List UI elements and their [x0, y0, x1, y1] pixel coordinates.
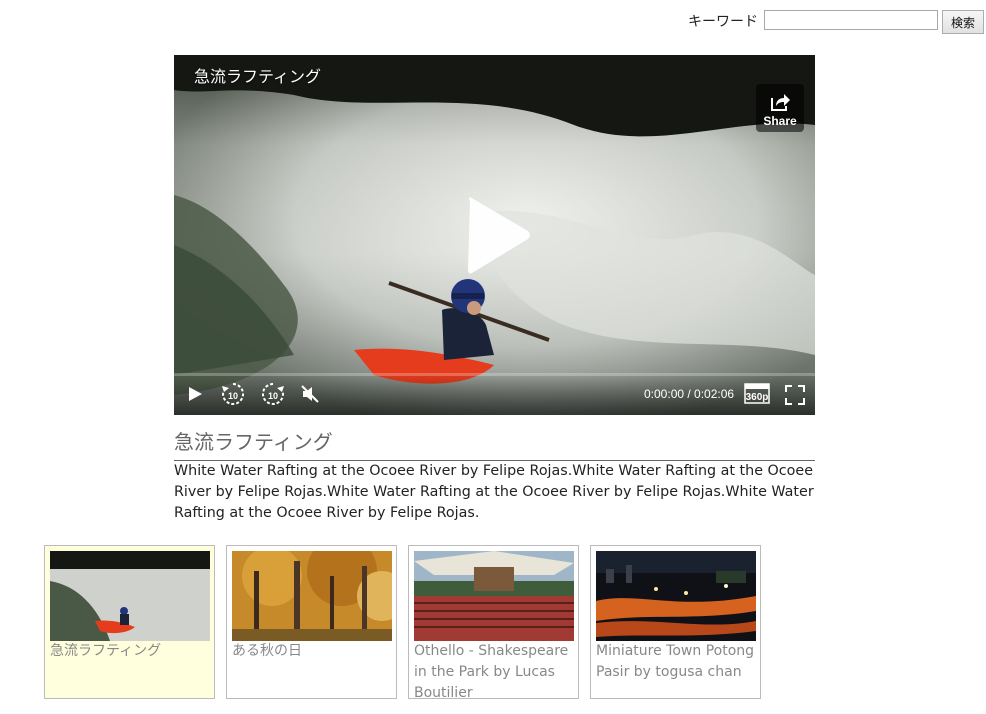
rewind-10-icon[interactable]: 10	[220, 381, 246, 407]
thumbnail-rafting	[50, 551, 210, 641]
thumbnail-autumn	[232, 551, 392, 641]
search-bar: キーワード 検索	[0, 10, 986, 36]
playlist-item[interactable]: ある秋の日	[226, 545, 397, 699]
share-label: Share	[763, 114, 797, 128]
thumbnail-theater	[414, 551, 574, 641]
playlist-item[interactable]: 急流ラフティング	[44, 545, 215, 699]
video-description: White Water Rafting at the Ocoee River b…	[174, 463, 814, 521]
big-play-icon[interactable]	[464, 195, 534, 275]
time-display: 0:00:00 / 0:02:06	[644, 387, 735, 401]
playlist-item-title: 急流ラフティング	[50, 643, 162, 659]
search-button[interactable]: 検索	[942, 10, 984, 34]
fullscreen-icon[interactable]	[785, 385, 805, 405]
video-title: 急流ラフティング	[174, 426, 815, 461]
share-button[interactable]: Share	[756, 84, 804, 132]
video-player[interactable]: 急流ラフティング Share 10 10 0:00:00 / 0:02:06 3…	[174, 55, 815, 415]
playlist-item[interactable]: Othello - Shakespeare in the Park by Luc…	[408, 545, 579, 701]
playlist-item-title: Miniature Town Potong Pasir by togusa ch…	[596, 643, 755, 680]
keyword-search-input[interactable]	[764, 10, 938, 30]
forward-10-icon[interactable]: 10	[260, 381, 286, 407]
play-icon[interactable]	[186, 385, 204, 403]
progress-bar[interactable]	[174, 373, 815, 376]
playlist-item-title: Othello - Shakespeare in the Park by Luc…	[414, 643, 569, 701]
player-overlay-title: 急流ラフティング	[194, 67, 322, 86]
control-bar: 10 10 0:00:00 / 0:02:06 360p	[174, 373, 815, 415]
quality-label: 360p	[746, 392, 769, 403]
rewind-seconds: 10	[228, 391, 238, 401]
forward-seconds: 10	[268, 391, 278, 401]
thumbnail-town	[596, 551, 756, 641]
keyword-label: キーワード	[688, 14, 758, 30]
playlist-item[interactable]: Miniature Town Potong Pasir by togusa ch…	[590, 545, 761, 699]
playlist-item-title: ある秋の日	[232, 643, 302, 659]
mute-icon[interactable]	[300, 385, 320, 403]
quality-icon[interactable]: 360p	[744, 383, 772, 405]
share-icon	[771, 94, 790, 111]
